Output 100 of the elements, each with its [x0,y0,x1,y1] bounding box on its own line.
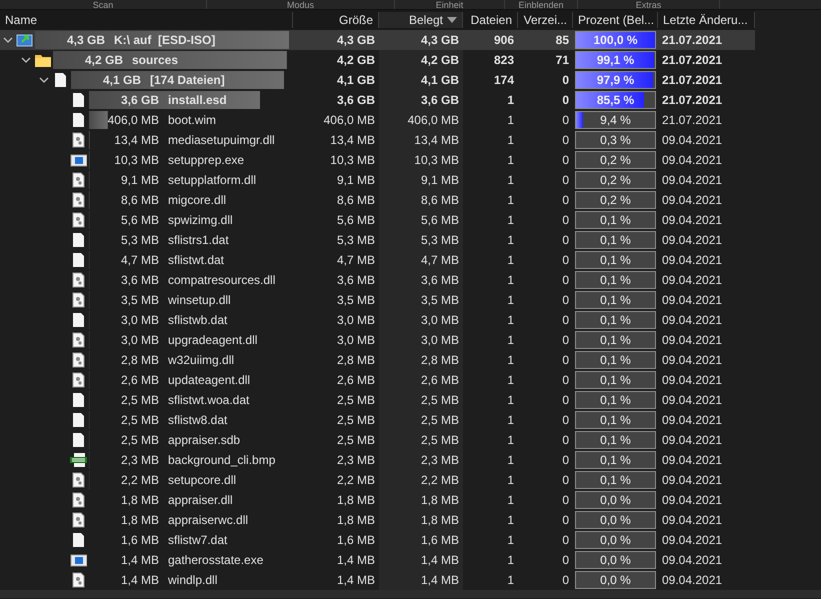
allocated-cell: 2,3 MB [379,450,463,470]
size-cell-text: 1,8 MB [336,512,376,529]
folders-cell-text: 0 [561,572,570,589]
item-name[interactable]: updateagent.dll [168,371,250,389]
column-header[interactable]: Prozent (Bel... [573,12,658,28]
tree-row[interactable]: 2,3 MB background_cli.bmp 2,3 MB 2,3 MB 1 0 0,1 % 09.04.2021 [0,450,755,470]
column-header[interactable]: Verzei... [518,12,573,28]
tree-row[interactable]: 2,2 MB setupcore.dll 2,2 MB 2,2 MB 1 0 0,1 % 09.04.2021 [0,470,755,490]
item-name[interactable]: setupcore.dll [168,471,236,489]
files-cell-text: 1 [506,312,515,329]
tree-row[interactable]: 10,3 MB setupprep.exe 10,3 MB 10,3 MB 1 0 0,2 % 09.04.2021 [0,150,755,170]
item-name[interactable]: K:\ auf [ESD-ISO] [114,31,216,49]
files-cell-text: 1 [506,432,515,449]
item-name[interactable]: sflistwb.dat [168,311,228,329]
percent-text: 0,2 % [599,152,632,168]
percent-text: 85,5 % [596,92,636,108]
size-label: 2,5 MB [120,412,159,429]
item-name[interactable]: sflistrs1.dat [168,231,229,249]
item-name[interactable]: [174 Dateien] [150,71,225,89]
item-name[interactable]: mediasetupuimgr.dll [168,131,275,149]
column-header[interactable]: Name [0,12,293,28]
size-bar[interactable]: 4,3 GB K:\ auf [ESD-ISO] [35,31,289,49]
tree-row[interactable]: 1,4 MB gatherosstate.exe 1,4 MB 1,4 MB 1 0 0,0 % 09.04.2021 [0,550,755,570]
item-name[interactable]: upgradeagent.dll [168,331,258,349]
item-name[interactable]: setupprep.exe [168,151,244,169]
column-header[interactable]: Dateien [463,12,518,28]
expander-caret-icon[interactable] [3,35,13,45]
tree-row[interactable]: 406,0 MB boot.wim 406,0 MB 406,0 MB 1 0 9,4 % 21.07.2021 [0,110,755,130]
item-name[interactable]: compatresources.dll [168,271,276,289]
tree-row[interactable]: 1,6 MB sflistw7.dat 1,6 MB 1,6 MB 1 0 0,0 % 09.04.2021 [0,530,755,550]
item-name[interactable]: migcore.dll [168,191,226,209]
item-name[interactable]: background_cli.bmp [168,451,276,469]
item-name[interactable]: appraiser.sdb [168,431,240,449]
gear-file-icon [70,472,86,488]
image-file-icon [70,452,86,468]
tree-row[interactable]: 2,5 MB sflistwt.woa.dat 2,5 MB 2,5 MB 1 0 0,1 % 09.04.2021 [0,390,755,410]
item-name[interactable]: sflistw7.dat [168,531,228,549]
tree-row[interactable]: 4,1 GB [174 Dateien] 4,1 GB 4,1 GB 174 0 97,9 % 21.07.2021 [0,70,755,90]
tree-row[interactable]: 1,8 MB appraiser.dll 1,8 MB 1,8 MB 1 0 0,0 % 09.04.2021 [0,490,755,510]
folders-cell-text: 0 [561,272,570,289]
size-label: 3,0 MB [120,332,159,349]
tree-row[interactable]: 4,7 MB sflistwt.dat 4,7 MB 4,7 MB 1 0 0,1 % 09.04.2021 [0,250,755,270]
tree-row[interactable]: 3,5 MB winsetup.dll 3,5 MB 3,5 MB 1 0 0,1 % 09.04.2021 [0,290,755,310]
expander-caret-icon[interactable] [21,55,31,65]
size-label: 4,3 GB [66,32,105,49]
size-cell-text: 2,5 MB [336,392,376,409]
tree-row[interactable]: 5,3 MB sflistrs1.dat 5,3 MB 5,3 MB 1 0 0,1 % 09.04.2021 [0,230,755,250]
tree-row[interactable]: 1,8 MB appraiserwc.dll 1,8 MB 1,8 MB 1 0 0,0 % 09.04.2021 [0,510,755,530]
date-cell-text: 21.07.2021 [661,112,724,129]
item-name[interactable]: gatherosstate.exe [168,551,264,569]
drive-icon [16,32,32,48]
item-name[interactable]: install.esd [168,91,227,109]
tree-row[interactable]: 2,8 MB w32uiimg.dll 2,8 MB 2,8 MB 1 0 0,1 % 09.04.2021 [0,350,755,370]
item-name[interactable]: sources [132,51,178,69]
item-name[interactable]: sflistwt.woa.dat [168,391,250,409]
size-bar[interactable]: 4,2 GB sources [53,51,289,69]
files-cell-text: 1 [506,112,515,129]
item-name[interactable]: sflistwt.dat [168,251,224,269]
size-cell-text: 406,0 MB [322,112,376,129]
item-name[interactable]: spwizimg.dll [168,211,233,229]
date-cell-text: 21.07.2021 [661,32,724,49]
item-name[interactable]: appraiser.dll [168,491,233,509]
tree-row[interactable]: 2,5 MB sflistw8.dat 2,5 MB 2,5 MB 1 0 0,1 % 09.04.2021 [0,410,755,430]
tree-row[interactable]: 3,6 GB install.esd 3,6 GB 3,6 GB 1 0 85,5 % 21.07.2021 [0,90,755,110]
date-cell-text: 09.04.2021 [661,152,724,169]
tree-row[interactable]: 1,4 MB windlp.dll 1,4 MB 1,4 MB 1 0 0,0 % 09.04.2021 [0,570,755,590]
size-label: 3,6 MB [120,272,159,289]
tree-row[interactable]: 3,6 MB compatresources.dll 3,6 MB 3,6 MB 1 0 0,1 % 09.04.2021 [0,270,755,290]
column-header[interactable]: Letzte Änderu... [658,12,755,28]
tree-row[interactable]: 8,6 MB migcore.dll 8,6 MB 8,6 MB 1 0 0,2 % 09.04.2021 [0,190,755,210]
tree-row[interactable]: 5,6 MB spwizimg.dll 5,6 MB 5,6 MB 1 0 0,1 % 09.04.2021 [0,210,755,230]
allocated-cell: 13,4 MB [379,130,463,150]
gear-file-icon [70,372,86,388]
folders-cell-text: 0 [561,452,570,469]
tree-row[interactable]: 3,0 MB upgradeagent.dll 3,0 MB 3,0 MB 1 0 0,1 % 09.04.2021 [0,330,755,350]
tree-row[interactable]: 9,1 MB setupplatform.dll 9,1 MB 9,1 MB 1 0 0,2 % 09.04.2021 [0,170,755,190]
item-name[interactable]: boot.wim [168,111,216,129]
tree-row[interactable]: 4,2 GB sources 4,2 GB 4,2 GB 823 71 99,1 % 21.07.2021 [0,50,755,70]
tree-row[interactable]: 4,3 GB K:\ auf [ESD-ISO] 4,3 GB 4,3 GB 906 85 100,0 % 21.07.2021 [0,30,755,50]
item-name[interactable]: w32uiimg.dll [168,351,234,369]
percent-text: 0,1 % [599,232,632,248]
size-cell-text: 9,1 MB [336,172,376,189]
tree-row[interactable]: 13,4 MB mediasetupuimgr.dll 13,4 MB 13,4 MB 1 0 0,3 % 09.04.2021 [0,130,755,150]
percent-text: 0,1 % [599,432,632,448]
column-header[interactable]: Belegt [379,12,463,28]
sort-descending-icon [447,17,457,23]
files-cell-text: 1 [506,92,515,109]
item-name[interactable]: winsetup.dll [168,291,231,309]
item-name[interactable]: setupplatform.dll [168,171,256,189]
item-name[interactable]: windlp.dll [168,571,218,589]
size-cell-text: 1,8 MB [336,492,376,509]
tree-row[interactable]: 2,5 MB appraiser.sdb 2,5 MB 2,5 MB 1 0 0,1 % 09.04.2021 [0,430,755,450]
ribbon-group-label: Scan [92,0,114,9]
expander-caret-icon[interactable] [39,75,49,85]
item-name[interactable]: appraiserwc.dll [168,511,248,529]
item-name[interactable]: sflistw8.dat [168,411,228,429]
folders-cell-text: 0 [561,412,570,429]
tree-row[interactable]: 3,0 MB sflistwb.dat 3,0 MB 3,0 MB 1 0 0,1 % 09.04.2021 [0,310,755,330]
size-cell-text: 1,4 MB [336,552,376,569]
tree-row[interactable]: 2,6 MB updateagent.dll 2,6 MB 2,6 MB 1 0 0,1 % 09.04.2021 [0,370,755,390]
